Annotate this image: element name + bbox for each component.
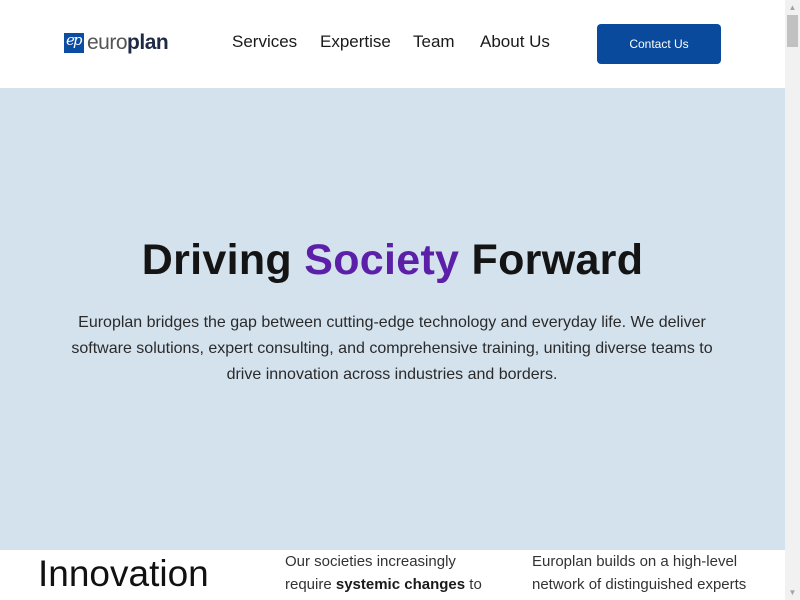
- col1-text-before: require: [285, 576, 336, 593]
- col1-text-after: to: [465, 576, 482, 593]
- scroll-up-arrow-icon[interactable]: ▲: [785, 0, 800, 15]
- logo-wordmark: europlan: [87, 31, 169, 55]
- logo-mark-text: ep: [66, 31, 83, 49]
- site-header: ep europlan Services Expertise Team Abou…: [0, 0, 785, 88]
- logo-icon: ep: [64, 31, 84, 53]
- nav-about-us[interactable]: About Us: [480, 31, 550, 53]
- nav-expertise[interactable]: Expertise: [320, 31, 391, 53]
- page: ep europlan Services Expertise Team Abou…: [0, 0, 785, 600]
- hero-title-start: Driving: [141, 236, 305, 284]
- innovation-section: Innovation Our societies increasingly re…: [0, 550, 785, 600]
- nav-services[interactable]: Services: [232, 31, 297, 53]
- col1-line2: require systemic changes to: [285, 573, 485, 596]
- innovation-column-2: Europlan builds on a high-level network …: [532, 550, 762, 596]
- hero-title-accent: Society: [304, 236, 460, 284]
- hero-title-end: Forward: [459, 236, 644, 284]
- innovation-column-1: Our societies increasingly require syste…: [285, 550, 485, 596]
- hero-title: Driving Society Forward: [0, 234, 785, 286]
- logo-text-light: euro: [87, 31, 128, 54]
- nav-team[interactable]: Team: [413, 31, 455, 53]
- hero-description: Europlan bridges the gap between cutting…: [71, 314, 713, 383]
- col1-line1: Our societies increasingly: [285, 553, 456, 570]
- innovation-heading: Innovation: [38, 553, 209, 594]
- col2-line2: network of distinguished experts: [532, 576, 747, 593]
- europlan-logo[interactable]: ep europlan: [64, 31, 169, 55]
- col1-bold-text: systemic changes: [335, 576, 466, 593]
- scrollbar-thumb[interactable]: [787, 15, 798, 47]
- scroll-down-arrow-icon[interactable]: ▼: [785, 585, 800, 600]
- hero-section: Driving Society Forward Europlan bridges…: [0, 88, 785, 550]
- contact-us-button[interactable]: Contact Us: [597, 24, 721, 64]
- vertical-scrollbar[interactable]: ▲ ▼: [785, 0, 800, 600]
- logo-text-bold: plan: [127, 31, 169, 54]
- col2-line1: Europlan builds on a high-level: [532, 553, 738, 570]
